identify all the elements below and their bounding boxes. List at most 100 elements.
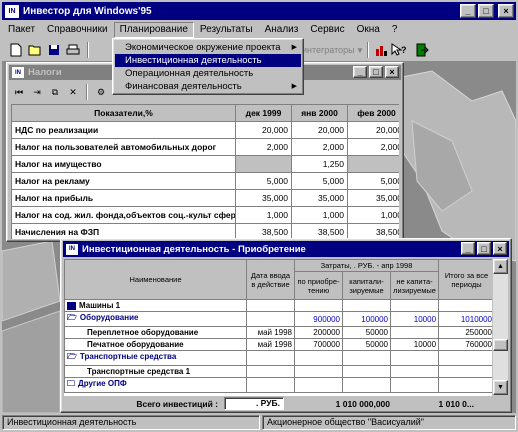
- invest-row-capitalized[interactable]: 50000: [342, 338, 391, 351]
- taxes-close-button[interactable]: ×: [385, 66, 399, 78]
- invest-row-name-cell[interactable]: 🗁 Оборудование: [64, 311, 247, 327]
- invest-row-date[interactable]: [246, 350, 295, 366]
- tax-value[interactable]: 20,000: [291, 121, 348, 139]
- invest-row-capitalized[interactable]: 50000: [342, 326, 391, 339]
- invest-row-name-cell[interactable]: 🗀 Другие ОПФ: [64, 377, 247, 393]
- toolbar-combo[interactable]: интеграторы: [302, 42, 355, 58]
- menu-service[interactable]: Сервис: [304, 22, 350, 38]
- close-button[interactable]: ×: [498, 4, 514, 18]
- invest-close-button[interactable]: ×: [493, 242, 507, 255]
- tax-value[interactable]: 38,500: [291, 223, 348, 239]
- taxes-minimize-button[interactable]: _: [353, 66, 367, 78]
- invest-row-total[interactable]: [438, 350, 492, 366]
- table-row[interactable]: 🗁 Оборудование 900000 100000 10000 101000…: [64, 311, 492, 327]
- taxes-maximize-button[interactable]: □: [369, 66, 383, 78]
- invest-row-name[interactable]: Транспортные средства 1: [64, 365, 247, 378]
- tax-value[interactable]: 20,000: [347, 121, 399, 139]
- first-record-icon[interactable]: ⏮: [11, 84, 27, 100]
- tax-value[interactable]: 20,000: [235, 121, 292, 139]
- invest-header-date[interactable]: Дата ввода в действие: [246, 259, 295, 300]
- tax-value[interactable]: 1,000: [291, 206, 348, 224]
- invest-row-date[interactable]: [246, 311, 295, 327]
- invest-row-date[interactable]: [246, 299, 295, 312]
- invest-row-purchase[interactable]: [294, 350, 343, 366]
- tax-value[interactable]: 2,000: [291, 138, 348, 156]
- invest-row-not-capitalized[interactable]: [389, 365, 440, 378]
- invest-header-capitalized[interactable]: капитали- зируемые: [342, 271, 391, 300]
- menu-item-financial[interactable]: Финансовая деятельность ▶: [115, 80, 301, 93]
- tax-value[interactable]: 35,000: [347, 189, 399, 207]
- invest-row-total[interactable]: [438, 299, 492, 312]
- invest-row-date[interactable]: май 1998: [246, 326, 295, 339]
- tax-name[interactable]: Начисления на ФЗП: [11, 223, 236, 239]
- invest-row-name[interactable]: Переплетное оборудование: [64, 326, 247, 339]
- invest-row-purchase[interactable]: [294, 377, 343, 393]
- invest-row-not-capitalized[interactable]: 10000: [389, 311, 440, 327]
- taxes-header-jan2000[interactable]: янв 2000: [291, 104, 348, 122]
- invest-row-total[interactable]: 1010000: [438, 311, 492, 327]
- invest-row-total[interactable]: 250000: [438, 326, 492, 339]
- table-row[interactable]: Транспортные средства 1: [64, 365, 492, 378]
- folder-open-icon[interactable]: 🗁: [67, 313, 77, 322]
- invest-row-not-capitalized[interactable]: [389, 350, 440, 366]
- invest-row-purchase[interactable]: 900000: [294, 311, 343, 327]
- invest-row-capitalized[interactable]: [342, 350, 391, 366]
- tax-name[interactable]: Налог на имущество: [11, 155, 236, 173]
- tax-name[interactable]: Налог на сод. жил. фонда,объектов соц.-к…: [11, 206, 236, 224]
- save-icon[interactable]: [46, 42, 62, 58]
- tax-name[interactable]: НДС по реализации: [11, 121, 236, 139]
- exit-icon[interactable]: [414, 42, 430, 58]
- table-row[interactable]: Переплетное оборудование май 1998 200000…: [64, 326, 492, 339]
- maximize-button[interactable]: □: [478, 4, 494, 18]
- table-row[interactable]: 🗁 Транспортные средства: [64, 350, 492, 366]
- invest-row-not-capitalized[interactable]: [389, 299, 440, 312]
- invest-row-purchase[interactable]: 700000: [294, 338, 343, 351]
- tax-value[interactable]: 35,000: [235, 189, 292, 207]
- scroll-down-icon[interactable]: ▼: [493, 380, 508, 395]
- delete-icon[interactable]: ✕: [65, 84, 81, 100]
- menu-help[interactable]: ?: [386, 22, 404, 38]
- menu-planning[interactable]: Планирование: [113, 22, 194, 38]
- tax-value[interactable]: 2,000: [235, 138, 292, 156]
- invest-row-capitalized[interactable]: 100000: [342, 311, 391, 327]
- tax-value[interactable]: [347, 155, 399, 173]
- folder-open-icon[interactable]: 🗁: [67, 352, 77, 361]
- tax-value[interactable]: 38,500: [235, 223, 292, 239]
- invest-row-total[interactable]: [438, 365, 492, 378]
- table-row[interactable]: Печатное оборудование май 1998 700000 50…: [64, 338, 492, 351]
- tax-value[interactable]: 1,000: [235, 206, 292, 224]
- invest-row-name-cell[interactable]: 🗁 Транспортные средства: [64, 350, 247, 366]
- settings-icon[interactable]: ⚙: [93, 84, 109, 100]
- invest-row-total[interactable]: [438, 377, 492, 393]
- invest-row-date[interactable]: [246, 377, 295, 393]
- combo-arrow-icon[interactable]: ▼: [356, 46, 364, 55]
- invest-row-total[interactable]: 760000: [438, 338, 492, 351]
- chart-icon[interactable]: [374, 42, 390, 58]
- minimize-button[interactable]: _: [460, 4, 476, 18]
- invest-header-total[interactable]: Итого за все периоды: [438, 259, 492, 300]
- menu-results[interactable]: Результаты: [194, 22, 259, 38]
- tax-value[interactable]: 5,000: [291, 172, 348, 190]
- table-row[interactable]: 🗀 Другие ОПФ: [64, 377, 492, 393]
- tax-value[interactable]: 35,000: [291, 189, 348, 207]
- folder-closed-icon[interactable]: 🗀: [67, 379, 75, 388]
- invest-header-by-purchase[interactable]: по приобре- тению: [294, 271, 343, 300]
- invest-header-costs[interactable]: Затраты, . РУБ. - апр 1998: [293, 259, 440, 272]
- tax-name[interactable]: Налог на прибыль: [11, 189, 236, 207]
- invest-maximize-button[interactable]: □: [477, 242, 491, 255]
- invest-row-capitalized[interactable]: [342, 365, 391, 378]
- invest-row-not-capitalized[interactable]: [389, 326, 440, 339]
- invest-header-not-capitalized[interactable]: не капита- лизируемые: [389, 271, 440, 300]
- menu-item-economic-environment[interactable]: Экономическое окружение проекта ▶: [115, 41, 301, 54]
- tax-name[interactable]: Налог на пользователей автомобильных дор…: [11, 138, 236, 156]
- tax-value[interactable]: [235, 155, 292, 173]
- insert-row-icon[interactable]: ⇥: [29, 84, 45, 100]
- new-file-icon[interactable]: [8, 42, 24, 58]
- menu-references[interactable]: Справочники: [41, 22, 114, 38]
- invest-row-date[interactable]: май 1998: [246, 338, 295, 351]
- invest-row-capitalized[interactable]: [342, 299, 391, 312]
- invest-row-not-capitalized[interactable]: 10000: [389, 338, 440, 351]
- table-row[interactable]: Машины 1: [64, 299, 492, 312]
- invest-minimize-button[interactable]: _: [461, 242, 475, 255]
- copy-icon[interactable]: ⧉: [47, 84, 63, 100]
